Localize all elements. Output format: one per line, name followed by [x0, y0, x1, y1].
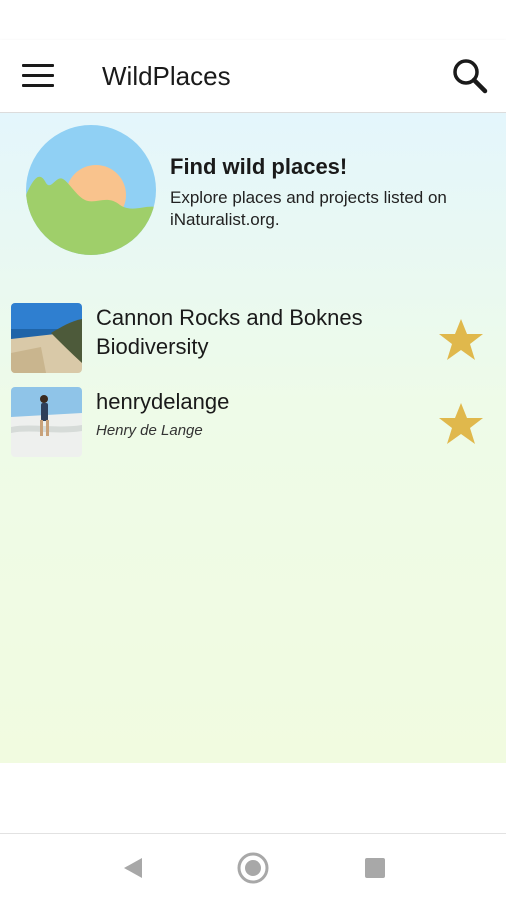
status-bar	[0, 0, 506, 40]
back-triangle-icon[interactable]	[114, 852, 150, 884]
app-bar: WildPlaces	[0, 40, 506, 113]
system-navigation-bar	[0, 833, 506, 901]
recents-square-icon[interactable]	[357, 852, 393, 884]
place-title: Cannon Rocks and Boknes Biodiversity	[96, 305, 363, 359]
app-title: WildPlaces	[102, 61, 231, 91]
search-icon[interactable]	[448, 54, 492, 98]
wildplaces-logo-icon	[26, 125, 156, 255]
place-subtitle: Henry de Lange	[96, 422, 203, 439]
place-item-cannon-rocks[interactable]: Cannon Rocks and Boknes Biodiversity	[0, 303, 506, 379]
place-item-henrydelange[interactable]: henrydelange Henry de Lange	[0, 387, 506, 463]
hamburger-menu-icon[interactable]	[18, 56, 58, 96]
place-thumbnail-beach	[11, 303, 82, 373]
favorite-star-icon[interactable]	[436, 316, 486, 364]
intro-heading: Find wild places!	[170, 154, 348, 179]
place-title: henrydelange	[96, 389, 230, 414]
place-thumbnail-person	[11, 387, 82, 457]
bottom-blank-area	[0, 763, 506, 833]
home-circle-icon[interactable]	[235, 852, 271, 884]
favorite-star-icon[interactable]	[436, 400, 486, 448]
main-content: Find wild places! Explore places and pro…	[0, 113, 506, 763]
intro-text: Explore places and projects listed on iN…	[170, 188, 447, 229]
